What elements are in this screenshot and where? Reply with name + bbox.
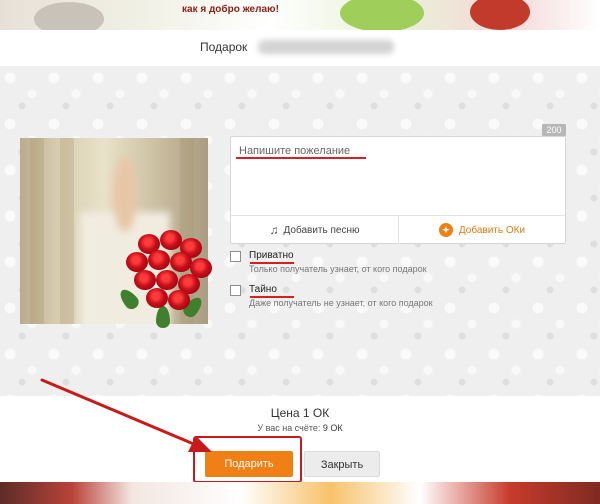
add-ok-label: Добавить ОКи — [458, 224, 526, 236]
add-song-label: Добавить песню — [283, 224, 360, 236]
background-top-strip: как я добро желаю! — [0, 0, 600, 30]
balance-line: У вас на счёте: 9 ОК — [0, 423, 600, 433]
rose-bouquet-gift — [116, 226, 220, 336]
modal-header: Подарок — [0, 30, 600, 66]
background-top-text: как я добро желаю! — [182, 4, 279, 15]
annotation-underline-wish — [236, 157, 366, 159]
private-subtitle: Только получатель узнает, от кого подаро… — [249, 264, 427, 274]
balance-prefix: У вас на счёте: — [257, 423, 321, 433]
background-postcard-image — [340, 0, 424, 30]
gift-button[interactable]: Подарить — [205, 451, 293, 477]
background-bottom-strip — [0, 482, 600, 504]
private-title: Приватно — [249, 250, 294, 261]
recipient-name-blurred — [258, 40, 394, 54]
balance-value: 9 ОК — [322, 423, 343, 433]
wish-actions: ♫ Добавить песню ✦ Добавить ОКи — [231, 215, 565, 244]
background-roses-image — [470, 0, 530, 30]
background-bear-image — [34, 2, 104, 30]
wish-box: ♫ Добавить песню ✦ Добавить ОКи — [230, 136, 566, 244]
annotation-underline-secret — [250, 296, 294, 298]
close-button[interactable]: Закрыть — [304, 451, 380, 477]
modal-footer: Цена 1 ОК У вас на счёте: 9 ОК Подарить … — [0, 396, 600, 483]
add-song-button[interactable]: ♫ Добавить песню — [231, 216, 398, 244]
secret-subtitle: Даже получатель не узнает, от кого подар… — [249, 298, 433, 308]
music-note-icon: ♫ — [269, 223, 279, 237]
char-counter: 200 — [542, 124, 566, 136]
wish-input[interactable] — [231, 137, 565, 215]
ok-coin-icon: ✦ — [438, 223, 453, 237]
price-label: Цена 1 ОК — [270, 406, 330, 420]
private-checkbox[interactable] — [230, 251, 241, 262]
annotation-underline-private — [250, 262, 294, 264]
secret-checkbox[interactable] — [230, 285, 241, 296]
modal-title: Подарок — [200, 40, 248, 54]
secret-title: Тайно — [249, 284, 277, 295]
add-ok-button[interactable]: ✦ Добавить ОКи — [398, 216, 565, 244]
